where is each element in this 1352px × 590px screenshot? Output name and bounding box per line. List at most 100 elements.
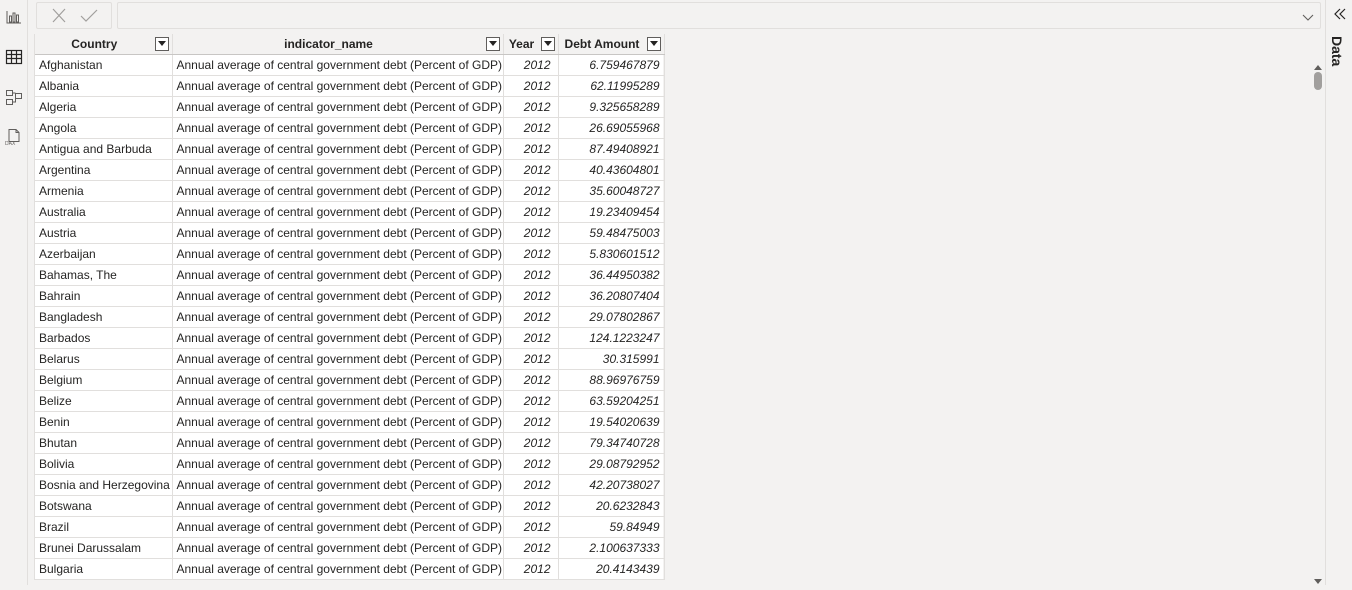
cell-country[interactable]: Azerbaijan (35, 243, 173, 265)
cell-year[interactable]: 2012 (503, 201, 559, 223)
cell-year[interactable]: 2012 (503, 411, 559, 433)
cell-indicator-name[interactable]: Annual average of central government deb… (172, 54, 504, 76)
chevron-down-icon[interactable] (1300, 9, 1316, 25)
cell-country[interactable]: Belgium (35, 369, 173, 391)
cell-year[interactable]: 2012 (503, 474, 559, 496)
cell-debt-amount[interactable]: 35.60048727 (558, 180, 665, 202)
formula-input[interactable] (117, 2, 1321, 29)
cell-country[interactable]: Bulgaria (35, 558, 173, 580)
table-view-icon[interactable] (4, 47, 24, 67)
cell-country[interactable]: Bangladesh (35, 306, 173, 328)
cell-country[interactable]: Belarus (35, 348, 173, 370)
expand-pane-icon[interactable] (1332, 6, 1348, 22)
cell-indicator-name[interactable]: Annual average of central government deb… (172, 348, 504, 370)
cell-country[interactable]: Afghanistan (35, 54, 173, 76)
cell-debt-amount[interactable]: 6.759467879 (558, 54, 665, 76)
cell-indicator-name[interactable]: Annual average of central government deb… (172, 96, 504, 118)
cell-year[interactable]: 2012 (503, 453, 559, 475)
scrollbar-thumb[interactable] (1314, 72, 1322, 90)
table-row[interactable]: Bahrain Annual average of central governm… (35, 285, 665, 307)
cell-year[interactable]: 2012 (503, 54, 559, 76)
filter-dropdown-icon[interactable] (540, 37, 555, 51)
cell-year[interactable]: 2012 (503, 495, 559, 517)
table-row[interactable]: Brazil Annual average of central governme… (35, 516, 665, 538)
cell-indicator-name[interactable]: Annual average of central government deb… (172, 558, 504, 580)
table-row[interactable]: Bolivia Annual average of central governm… (35, 453, 665, 475)
cell-year[interactable]: 2012 (503, 327, 559, 349)
cell-indicator-name[interactable]: Annual average of central government deb… (172, 117, 504, 139)
table-row[interactable]: Afghanistan Annual average of central gov… (35, 54, 665, 76)
cell-debt-amount[interactable]: 59.84949 (558, 516, 665, 538)
cell-debt-amount[interactable]: 19.54020639 (558, 411, 665, 433)
cell-indicator-name[interactable]: Annual average of central government deb… (172, 201, 504, 223)
cell-indicator-name[interactable]: Annual average of central government deb… (172, 306, 504, 328)
cell-country[interactable]: Antigua and Barbuda (35, 138, 173, 160)
cell-country[interactable]: Argentina (35, 159, 173, 181)
cell-indicator-name[interactable]: Annual average of central government deb… (172, 285, 504, 307)
table-row[interactable]: Bosnia and Herzegovina Annual average of … (35, 474, 665, 496)
cell-indicator-name[interactable]: Annual average of central government deb… (172, 390, 504, 412)
cell-debt-amount[interactable]: 88.96976759 (558, 369, 665, 391)
cell-indicator-name[interactable]: Annual average of central government deb… (172, 138, 504, 160)
data-pane-collapsed[interactable]: Data (1325, 0, 1352, 585)
cell-indicator-name[interactable]: Annual average of central government deb… (172, 411, 504, 433)
cell-debt-amount[interactable]: 87.49408921 (558, 138, 665, 160)
data-pane-label[interactable]: Data (1329, 36, 1345, 66)
table-row[interactable]: Benin Annual average of central governmen… (35, 411, 665, 433)
cell-debt-amount[interactable]: 63.59204251 (558, 390, 665, 412)
cell-debt-amount[interactable]: 29.08792952 (558, 453, 665, 475)
table-row[interactable]: Angola Annual average of central governme… (35, 117, 665, 139)
cell-year[interactable]: 2012 (503, 537, 559, 559)
cell-year[interactable]: 2012 (503, 306, 559, 328)
cell-year[interactable]: 2012 (503, 369, 559, 391)
cell-debt-amount[interactable]: 59.48475003 (558, 222, 665, 244)
cell-indicator-name[interactable]: Annual average of central government deb… (172, 432, 504, 454)
cell-indicator-name[interactable]: Annual average of central government deb… (172, 180, 504, 202)
cell-debt-amount[interactable]: 26.69055968 (558, 117, 665, 139)
cell-country[interactable]: Bahamas, The (35, 264, 173, 286)
cell-indicator-name[interactable]: Annual average of central government deb… (172, 327, 504, 349)
cell-indicator-name[interactable]: Annual average of central government deb… (172, 537, 504, 559)
cell-country[interactable]: Brunei Darussalam (35, 537, 173, 559)
cell-year[interactable]: 2012 (503, 243, 559, 265)
report-view-icon[interactable] (4, 7, 24, 27)
cancel-formula-icon[interactable] (49, 7, 69, 25)
table-row[interactable]: Antigua and Barbuda Annual average of cen… (35, 138, 665, 160)
column-header-year[interactable]: Year (503, 34, 559, 55)
cell-debt-amount[interactable]: 40.43604801 (558, 159, 665, 181)
cell-debt-amount[interactable]: 5.830601512 (558, 243, 665, 265)
cell-country[interactable]: Australia (35, 201, 173, 223)
scroll-down-icon[interactable] (1313, 571, 1323, 584)
cell-debt-amount[interactable]: 2.100637333 (558, 537, 665, 559)
cell-year[interactable]: 2012 (503, 159, 559, 181)
cell-debt-amount[interactable]: 29.07802867 (558, 306, 665, 328)
cell-country[interactable]: Bolivia (35, 453, 173, 475)
cell-indicator-name[interactable]: Annual average of central government deb… (172, 222, 504, 244)
table-row[interactable]: Belize Annual average of central governme… (35, 390, 665, 412)
cell-indicator-name[interactable]: Annual average of central government deb… (172, 474, 504, 496)
table-row[interactable]: Argentina Annual average of central gover… (35, 159, 665, 181)
cell-debt-amount[interactable]: 19.23409454 (558, 201, 665, 223)
cell-country[interactable]: Botswana (35, 495, 173, 517)
cell-country[interactable]: Albania (35, 75, 173, 97)
cell-debt-amount[interactable]: 36.20807404 (558, 285, 665, 307)
cell-year[interactable]: 2012 (503, 117, 559, 139)
cell-country[interactable]: Barbados (35, 327, 173, 349)
table-row[interactable]: Bhutan Annual average of central governme… (35, 432, 665, 454)
table-row[interactable]: Australia Annual average of central gover… (35, 201, 665, 223)
table-row[interactable]: Albania Annual average of central governm… (35, 75, 665, 97)
cell-year[interactable]: 2012 (503, 75, 559, 97)
table-row[interactable]: Belarus Annual average of central governm… (35, 348, 665, 370)
cell-year[interactable]: 2012 (503, 264, 559, 286)
cell-country[interactable]: Austria (35, 222, 173, 244)
commit-formula-icon[interactable] (79, 7, 99, 25)
cell-debt-amount[interactable]: 124.1223247 (558, 327, 665, 349)
cell-debt-amount[interactable]: 62.11995289 (558, 75, 665, 97)
cell-year[interactable]: 2012 (503, 432, 559, 454)
cell-country[interactable]: Bosnia and Herzegovina (35, 474, 173, 496)
column-header-country[interactable]: Country (35, 34, 173, 55)
filter-dropdown-icon[interactable] (646, 37, 661, 51)
cell-country[interactable]: Belize (35, 390, 173, 412)
cell-indicator-name[interactable]: Annual average of central government deb… (172, 264, 504, 286)
cell-year[interactable]: 2012 (503, 558, 559, 580)
